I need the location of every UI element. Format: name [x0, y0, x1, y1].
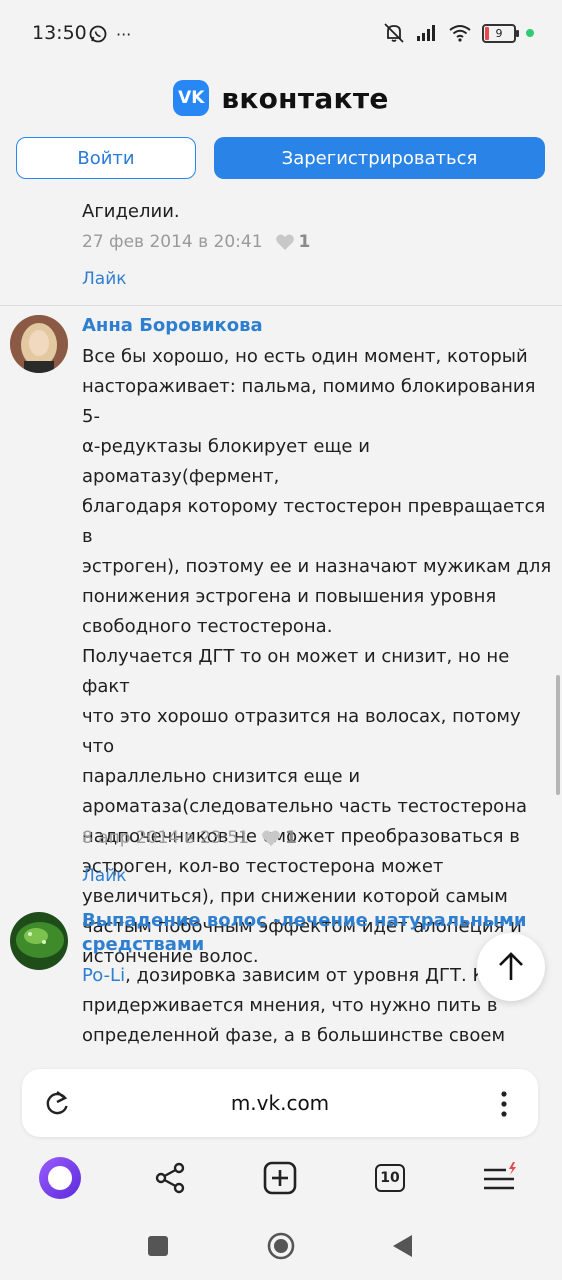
battery-level: 9 — [495, 26, 503, 40]
system-navigation-bar — [0, 1215, 562, 1280]
url-text[interactable]: m.vk.com — [22, 1091, 538, 1115]
privacy-indicator-dot — [526, 29, 534, 37]
status-time: 13:50 — [32, 22, 87, 44]
comment-meta: 8 апр 2014 в 23:51 1 — [82, 828, 297, 848]
comment-line: понижения эстрогена и повышения уровня — [82, 586, 497, 607]
comment-line: Все бы хорошо, но есть один момент, кото… — [82, 346, 528, 367]
plus-square-icon — [263, 1161, 297, 1195]
comment-text-tail: Агиделии. — [82, 201, 180, 222]
home-icon[interactable] — [266, 1231, 296, 1261]
comment-body: Все бы хорошо, но есть один момент, кото… — [82, 342, 552, 972]
wifi-icon — [449, 25, 471, 42]
vk-header: VK вконтакте — [0, 76, 562, 120]
comment-likes: 1 — [261, 828, 297, 848]
comment-author[interactable]: Анна Боровикова — [82, 314, 263, 338]
share-button[interactable] — [140, 1148, 200, 1208]
more-notifications-icon: ··· — [116, 24, 132, 44]
like-button[interactable]: Лайк — [82, 866, 127, 886]
url-bar[interactable]: m.vk.com — [22, 1069, 538, 1137]
scroll-to-top-button[interactable] — [477, 933, 545, 1001]
comment-divider — [0, 305, 562, 306]
comment-line: благодаря которому тестостерон превращае… — [82, 496, 546, 547]
scrollbar-thumb[interactable] — [556, 675, 560, 795]
back-icon[interactable] — [392, 1234, 414, 1258]
tabs-count: 10 — [375, 1164, 405, 1192]
comment-line: свободного тестостерона. — [82, 616, 333, 637]
register-button[interactable]: Зарегистрироваться — [214, 137, 545, 179]
comment-date[interactable]: 27 фев 2014 в 20:41 — [82, 232, 263, 252]
comment-meta: 27 фев 2014 в 20:41 1 — [82, 232, 310, 252]
author-name-line: Выпадение волос -лечение натуральными — [82, 910, 527, 931]
comment-line: определенной фазе, а в большинстве своем — [82, 1025, 506, 1046]
comment-line: α-редуктазы блокирует еще и ароматазу(фе… — [82, 436, 370, 487]
hamburger-menu-icon — [484, 1162, 516, 1190]
new-tab-button[interactable] — [250, 1148, 310, 1208]
alice-button[interactable] — [30, 1148, 90, 1208]
recent-apps-icon[interactable] — [147, 1235, 169, 1257]
battery-icon: 9 — [482, 23, 519, 43]
comment-line: параллельно снизится еще и — [82, 766, 361, 787]
comment-line: эстроген), поэтому ее и назначают мужика… — [82, 556, 552, 577]
likes-count: 1 — [285, 828, 297, 848]
comment-line-text: , дозировка зависим от уровня ДГТ. К — [125, 965, 486, 986]
status-system-icons: 9 — [382, 22, 534, 44]
heart-icon — [275, 234, 294, 250]
status-bar: 13:50 ··· 9 — [0, 0, 562, 68]
cellular-signal-icon — [417, 25, 435, 41]
avatar[interactable] — [10, 315, 68, 373]
browser-menu-button[interactable] — [470, 1148, 530, 1208]
comments-list: Агиделии. 27 фев 2014 в 20:41 1 Лайк Анн… — [0, 190, 562, 1060]
auth-buttons: Войти Зарегистрироваться — [16, 137, 546, 181]
likes-count: 1 — [298, 232, 311, 252]
alice-icon — [39, 1157, 81, 1199]
comment-line: настораживает: пальма, помимо блокирован… — [82, 376, 536, 427]
comment-line: что это хорошо отразится на волосах, пот… — [82, 706, 521, 757]
comment-line: ароматаза(следовательно часть тестостеро… — [82, 796, 527, 817]
avatar-photo — [10, 912, 68, 970]
more-options-icon[interactable] — [500, 1091, 508, 1117]
arrow-up-icon — [499, 952, 523, 980]
avatar[interactable] — [10, 912, 68, 970]
comment-date[interactable]: 8 апр 2014 в 23:51 — [82, 828, 249, 848]
comment-line: увеличиться), при снижении которой самым — [82, 886, 508, 907]
share-icon — [155, 1162, 185, 1194]
vk-logo-icon[interactable]: VK — [173, 80, 210, 116]
comment-line: придерживается мнения, что нужно пить в — [82, 995, 498, 1016]
vk-logo-text: VK — [178, 88, 205, 108]
heart-icon — [262, 830, 280, 846]
site-title: вконтакте — [221, 81, 389, 115]
tabs-button[interactable]: 10 — [360, 1148, 420, 1208]
status-notification-icons: ··· — [88, 24, 131, 44]
whatsapp-icon — [89, 25, 107, 43]
comment-likes: 1 — [275, 232, 311, 252]
avatar-photo — [10, 315, 68, 373]
comment-line: Получается ДГТ то он может и снизит, но … — [82, 646, 510, 697]
login-button[interactable]: Войти — [16, 137, 196, 179]
mention-link[interactable]: Po-Li — [82, 965, 125, 986]
mute-icon — [384, 23, 404, 43]
comment-line: эстроген, кол-во тестостерона может — [82, 856, 444, 877]
like-button[interactable]: Лайк — [82, 269, 127, 289]
browser-toolbar: 10 — [0, 1148, 562, 1212]
